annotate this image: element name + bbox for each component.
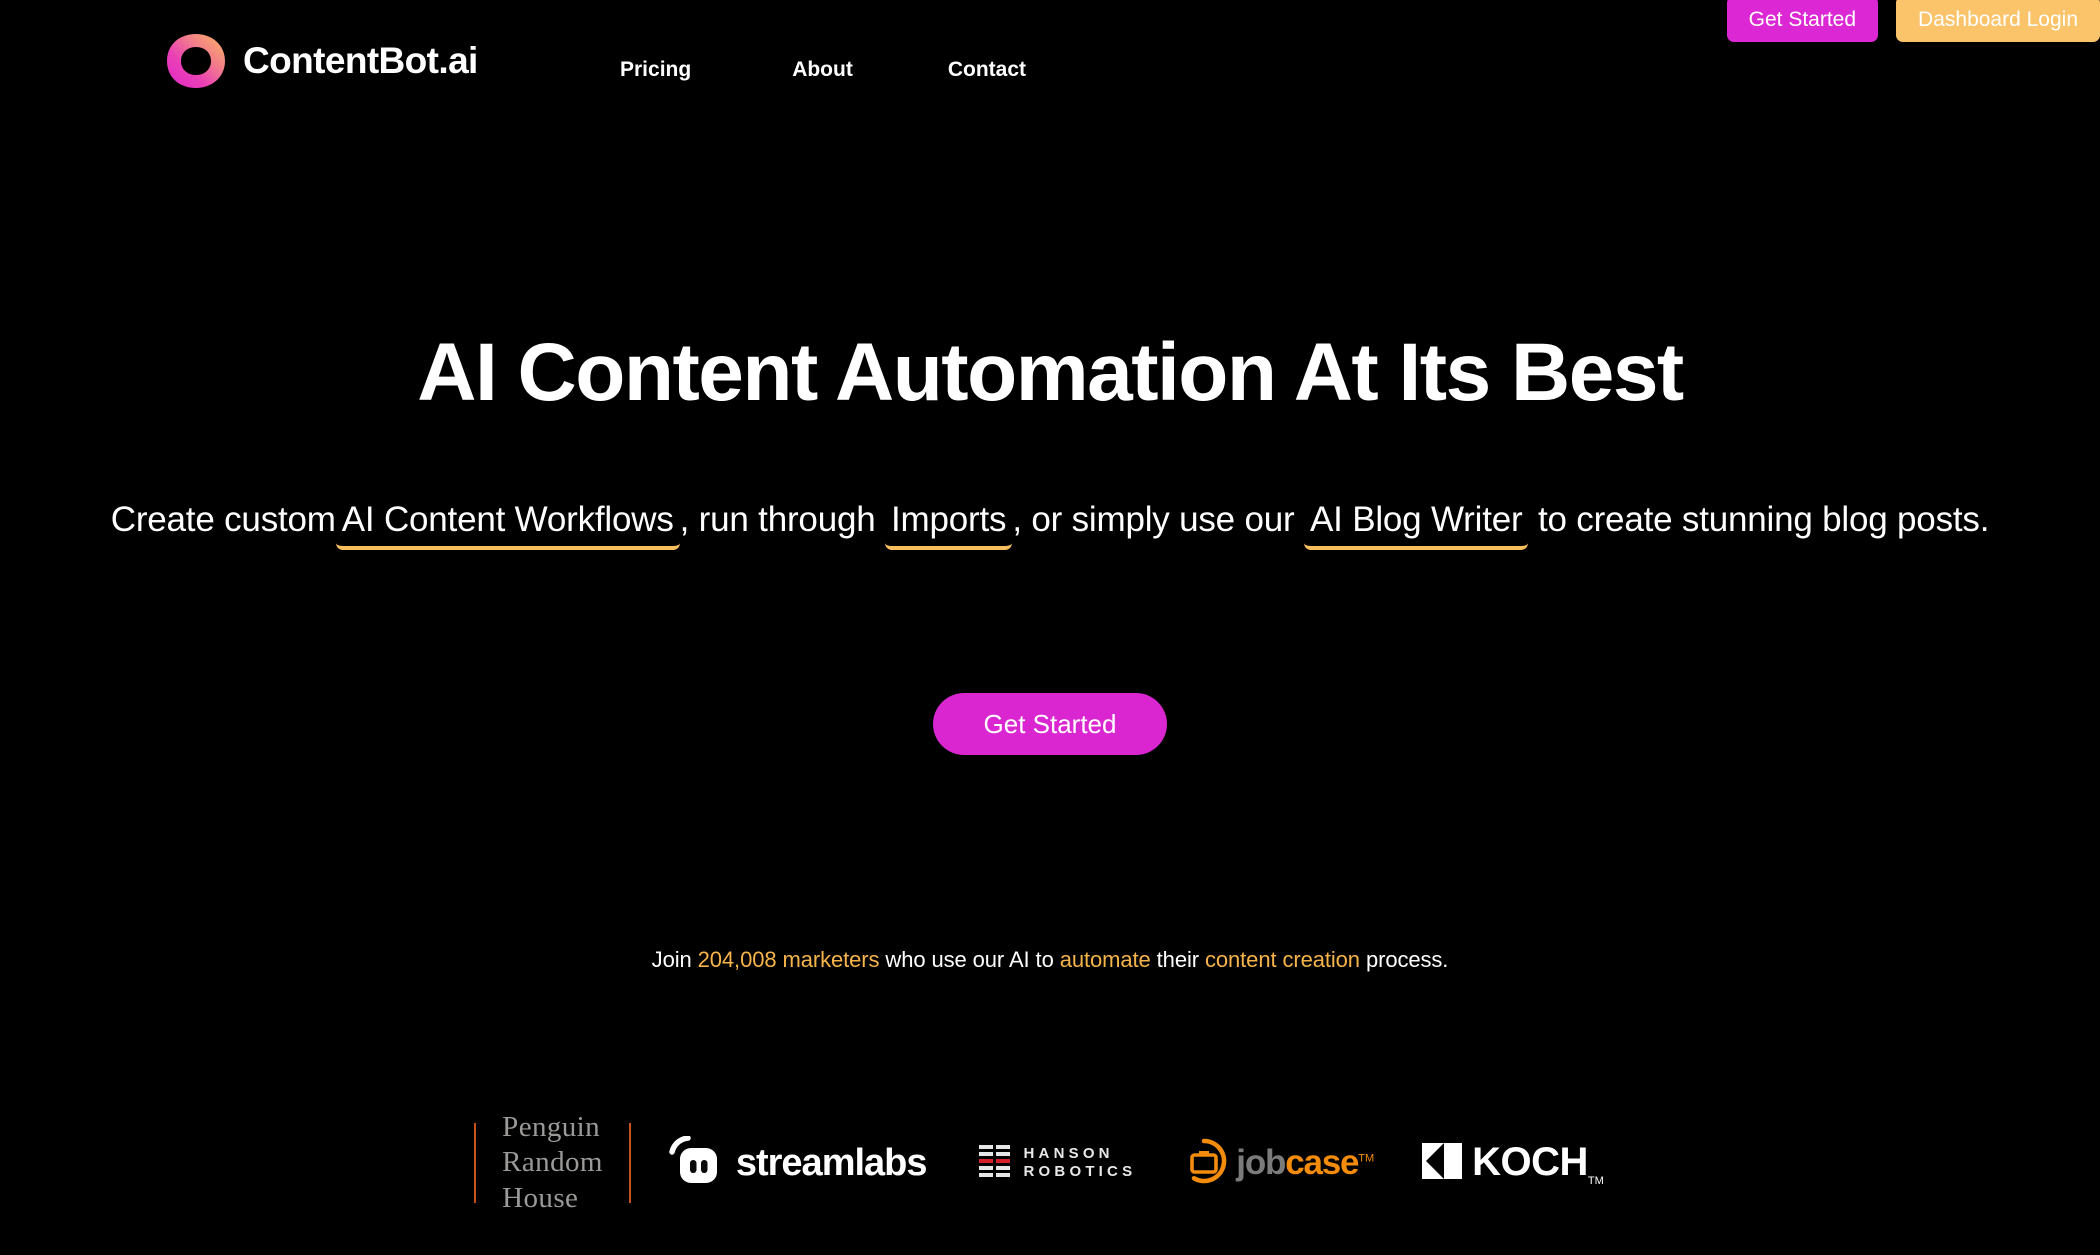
social-proof-count: 204,008 marketers — [697, 947, 880, 972]
nav-item-about[interactable]: About — [792, 58, 853, 82]
jobcase-wordmark-job: job — [1236, 1143, 1286, 1182]
koch-chevron-mark-icon — [1422, 1142, 1463, 1184]
hero-sub-text-2: , run through — [679, 500, 876, 539]
contentbot-ring-logo-icon — [163, 32, 229, 90]
hanson-line-1: HANSON — [1023, 1144, 1114, 1162]
social-proof-mid-1: who use our AI to — [885, 947, 1054, 972]
link-ai-content-workflows[interactable]: AI Content Workflows — [335, 500, 680, 550]
social-proof-tail: process. — [1365, 947, 1449, 972]
social-proof-mid-2: their — [1156, 947, 1199, 972]
brand-name: ContentBot.ai — [243, 40, 478, 81]
main-navigation: Pricing About Contact — [620, 58, 1026, 82]
social-proof-text: Join 204,008 marketers who use our AI to… — [0, 947, 2100, 973]
logo-streamlabs: streamlabs — [631, 1117, 961, 1209]
logo-koch: KOCHTM — [1400, 1117, 1626, 1209]
page-title: AI Content Automation At Its Best — [417, 327, 1684, 418]
get-started-button-hero[interactable]: Get Started — [933, 693, 1167, 755]
link-imports[interactable]: Imports — [885, 500, 1013, 550]
prh-line-1: Penguin — [502, 1110, 601, 1143]
get-started-button-header[interactable]: Get Started — [1726, 0, 1879, 42]
cta-container: Get Started — [0, 693, 2100, 755]
koch-trademark: TM — [1587, 1174, 1604, 1187]
streamlabs-mascot-icon — [669, 1134, 723, 1191]
koch-wordmark: KOCHTM — [1472, 1139, 1604, 1187]
logo-jobcase: jobcaseTM — [1154, 1117, 1400, 1209]
dashboard-login-button[interactable]: Dashboard Login — [1896, 0, 2100, 42]
site-header: ContentBot.ai Pricing About Contact Get … — [0, 0, 2100, 112]
jobcase-briefcase-icon — [1180, 1137, 1228, 1190]
client-logo-strip: Penguin Random House streamlabs HANSON R… — [0, 1108, 2100, 1218]
nav-item-contact[interactable]: Contact — [948, 58, 1026, 82]
social-proof-highlight-content-creation: content creation — [1205, 947, 1360, 972]
logo-penguin-random-house: Penguin Random House — [476, 1111, 629, 1214]
hero-sub-text-1: Create custom — [110, 500, 336, 539]
nav-item-pricing[interactable]: Pricing — [620, 58, 691, 82]
logo-hanson-robotics: HANSON ROBOTICS — [961, 1117, 1155, 1209]
prh-line-3: House — [502, 1181, 579, 1214]
header-actions: Get Started Dashboard Login — [1726, 0, 2100, 42]
streamlabs-wordmark: streamlabs — [735, 1141, 928, 1184]
hero-sub-text-4: to create stunning blog posts. — [1537, 500, 1990, 539]
hero-sub-text-3: , or simply use our — [1012, 500, 1295, 539]
brand-logo-link[interactable]: ContentBot.ai — [163, 32, 478, 90]
hanson-barcode-icon — [978, 1143, 1013, 1184]
hanson-line-2: ROBOTICS — [1023, 1163, 1137, 1180]
jobcase-wordmark-case: case — [1285, 1143, 1359, 1182]
social-proof-highlight-automate: automate — [1059, 947, 1151, 972]
link-ai-blog-writer[interactable]: AI Blog Writer — [1304, 500, 1529, 550]
social-proof-lead: Join — [651, 947, 692, 972]
jobcase-trademark: TM — [1358, 1152, 1375, 1165]
prh-line-2: Random — [502, 1146, 603, 1179]
hero-subheading: Create custom AI Content Workflows, run t… — [50, 478, 2050, 562]
